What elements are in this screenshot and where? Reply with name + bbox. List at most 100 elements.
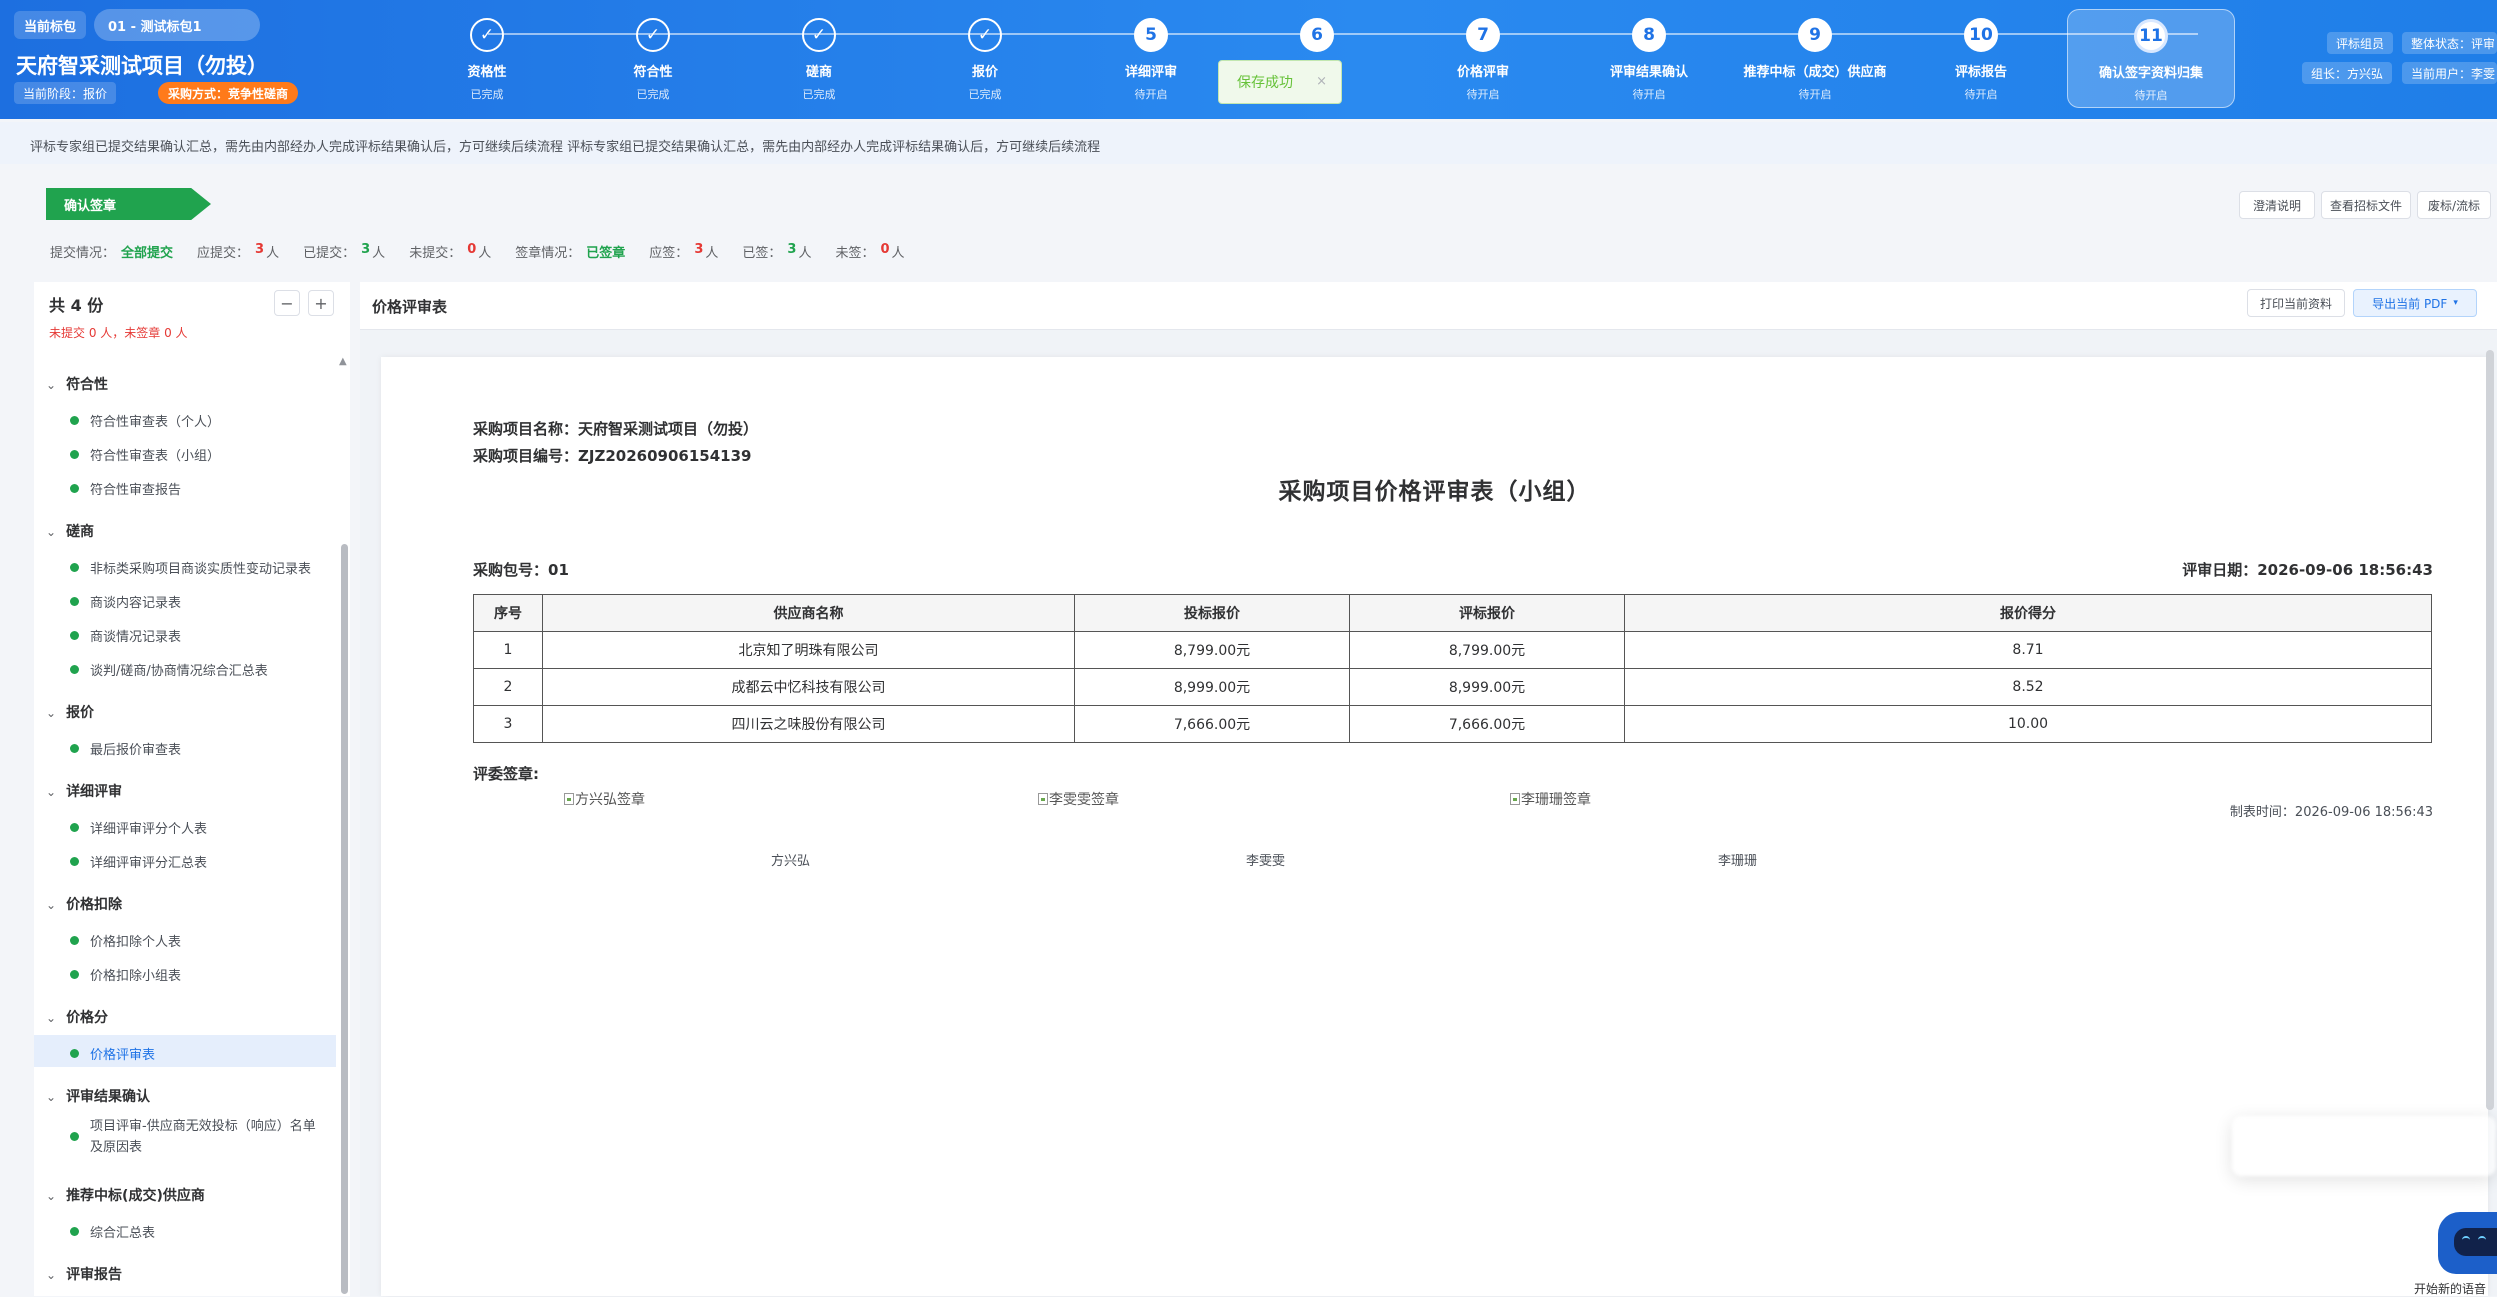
sidebar-group-label: 推荐中标(成交)供应商 bbox=[66, 1188, 205, 1204]
should-sign-count: 3 bbox=[694, 242, 704, 257]
sidebar-item[interactable]: 符合性审查表（个人） bbox=[34, 411, 336, 430]
print-button[interactable]: 打印当前资料 bbox=[2247, 289, 2345, 317]
sidebar-group[interactable]: ⌄ 评审报告 bbox=[46, 1264, 122, 1284]
package-select[interactable]: 01 - 测试标包1 bbox=[94, 9, 260, 41]
submission-stats: 提交情况： 全部提交 应提交： 3 人 已提交： 3 人 未提交： 0 人 签章… bbox=[50, 242, 911, 261]
signed-count: 3 bbox=[787, 242, 797, 257]
step-1[interactable]: ✓ 资格性 已完成 bbox=[403, 0, 571, 119]
assistant-label[interactable]: 开始新的语音 bbox=[2414, 1280, 2486, 1297]
sidebar-item[interactable]: 商谈情况记录表 bbox=[34, 626, 336, 645]
step-status: 待开启 bbox=[2134, 89, 2168, 102]
toast-text: 保存成功 bbox=[1237, 75, 1293, 91]
sidebar-item[interactable]: 详细评审评分个人表 bbox=[34, 818, 336, 837]
sidebar-group[interactable]: ⌄ 详细评审 bbox=[46, 781, 122, 801]
collapse-all-button[interactable]: − bbox=[274, 290, 300, 316]
table-row: 1 北京知了明珠有限公司 8,799.00元 8,799.00元 8.71 bbox=[473, 631, 2432, 669]
step-status: 待开启 bbox=[1134, 88, 1168, 101]
check-icon: ✓ bbox=[636, 18, 670, 52]
sidebar-item[interactable]: 商谈内容记录表 bbox=[34, 592, 336, 611]
sidebar-item[interactable]: 最后报价审查表 bbox=[34, 739, 336, 758]
toast-close-icon[interactable]: × bbox=[1316, 74, 1327, 89]
sidebar-group[interactable]: ⌄ 评审结果确认 bbox=[46, 1086, 150, 1106]
sidebar-group[interactable]: ⌄ 价格扣除 bbox=[46, 894, 122, 914]
sidebar-group-label: 磋商 bbox=[66, 524, 95, 540]
sidebar-group[interactable]: ⌄ 价格分 bbox=[46, 1007, 108, 1027]
step-number: 11 bbox=[2134, 19, 2168, 53]
sidebar-item[interactable]: 符合性审查报告 bbox=[34, 479, 336, 498]
sidebar-item[interactable]: 详细评审评分汇总表 bbox=[34, 852, 336, 871]
void-bid-button[interactable]: 废标/流标 bbox=[2417, 191, 2491, 219]
table-cell: 3 bbox=[473, 705, 543, 743]
chevron-down-icon: ⌄ bbox=[46, 1268, 57, 1282]
procurement-method-badge: 采购方式：竞争性磋商 bbox=[158, 82, 299, 104]
step-4[interactable]: ✓ 报价 已完成 bbox=[901, 0, 1069, 119]
table-cell: 7,666.00元 bbox=[1074, 705, 1350, 743]
expand-all-button[interactable]: + bbox=[308, 290, 334, 316]
doc-count: 共 4 份 bbox=[49, 296, 104, 315]
column-header: 评标报价 bbox=[1349, 594, 1625, 632]
sidebar-group-label: 评审结果确认 bbox=[66, 1089, 151, 1105]
broken-image-icon bbox=[1038, 793, 1048, 805]
step-10[interactable]: 10 评标报告 待开启 bbox=[1897, 0, 2065, 119]
sidebar-group-label: 价格扣除 bbox=[66, 897, 123, 913]
table-cell: 8,999.00元 bbox=[1349, 668, 1625, 706]
step-8[interactable]: 8 评审结果确认 待开启 bbox=[1565, 0, 1733, 119]
export-pdf-button[interactable]: 导出当前 PDF ▾ bbox=[2353, 289, 2477, 317]
table-cell: 成都云中忆科技有限公司 bbox=[542, 668, 1075, 706]
sidebar-item[interactable]: 非标类采购项目商谈实质性变动记录表 bbox=[34, 558, 336, 577]
step-status: 待开启 bbox=[1466, 88, 1500, 101]
table-cell: 8,799.00元 bbox=[1349, 631, 1625, 669]
sidebar-item[interactable]: 谈判/磋商/协商情况综合汇总表 bbox=[34, 660, 336, 679]
sidebar-group[interactable]: ⌄ 推荐中标(成交)供应商 bbox=[46, 1185, 205, 1205]
confirm-sign-tag[interactable]: 确认签章 bbox=[46, 188, 211, 220]
chevron-down-icon: ⌄ bbox=[46, 525, 57, 539]
document-sidebar: 共 4 份 未提交 0 人，未签章 0 人 − + ▲ ⌄ 符合性 符合性审查表（个… bbox=[34, 282, 350, 1296]
step-11[interactable]: 11 确认签字资料归集 待开启 bbox=[2067, 9, 2235, 108]
content-titlebar: 价格评审表 打印当前资料 导出当前 PDF ▾ bbox=[360, 282, 2497, 330]
step-2[interactable]: ✓ 符合性 已完成 bbox=[569, 0, 737, 119]
unit-text: 人 bbox=[891, 246, 905, 261]
sidebar-item[interactable]: 综合汇总表 bbox=[34, 1222, 336, 1241]
table-cell: 北京知了明珠有限公司 bbox=[542, 631, 1075, 669]
clarify-button[interactable]: 澄清说明 bbox=[2239, 191, 2315, 219]
chevron-down-icon: ⌄ bbox=[46, 706, 57, 720]
chevron-down-icon: ⌄ bbox=[46, 1090, 57, 1104]
step-3[interactable]: ✓ 磋商 已完成 bbox=[735, 0, 903, 119]
unit-text: 人 bbox=[372, 246, 386, 261]
table-body: 1 北京知了明珠有限公司 8,799.00元 8,799.00元 8.71 2 成都云中忆科… bbox=[473, 631, 2432, 743]
broken-image-icon bbox=[1510, 793, 1520, 805]
sidebar-group[interactable]: ⌄ 磋商 bbox=[46, 521, 94, 541]
chevron-down-icon: ⌄ bbox=[46, 1189, 57, 1203]
content-scrollbar[interactable] bbox=[2486, 350, 2494, 1110]
view-tender-file-button[interactable]: 查看招标文件 bbox=[2321, 191, 2411, 219]
column-header: 序号 bbox=[473, 594, 543, 632]
current-stage: 当前阶段：报价 bbox=[14, 82, 117, 104]
sidebar-group-label: 符合性 bbox=[66, 377, 109, 393]
step-7[interactable]: 7 价格评审 待开启 bbox=[1399, 0, 1567, 119]
signed-label: 已签： bbox=[742, 246, 782, 261]
assistant-robot-icon[interactable] bbox=[2438, 1212, 2497, 1274]
signature-image: 李珊珊签章 bbox=[1510, 789, 1591, 809]
submit-label: 提交情况： bbox=[50, 246, 116, 261]
step-status: 待开启 bbox=[1798, 88, 1832, 101]
column-header: 投标报价 bbox=[1074, 594, 1350, 632]
sidebar-item[interactable]: 符合性审查表（小组） bbox=[34, 445, 336, 464]
sidebar-item[interactable]: 价格扣除个人表 bbox=[34, 931, 336, 950]
sidebar-item[interactable]: 价格扣除小组表 bbox=[34, 965, 336, 984]
step-5[interactable]: 5 详细评审 待开启 bbox=[1067, 0, 1235, 119]
step-9[interactable]: 9 推荐中标（成交）供应商 待开启 bbox=[1731, 0, 1899, 119]
document-title: 采购项目价格评审表（小组） bbox=[1278, 479, 1591, 505]
role-chip: 评标组员 bbox=[2327, 32, 2394, 54]
unit-text: 人 bbox=[266, 246, 280, 261]
signature-image: 方兴弘签章 bbox=[564, 789, 645, 809]
sidebar-item[interactable]: 价格评审表 bbox=[34, 1035, 336, 1067]
table-cell: 1 bbox=[473, 631, 543, 669]
step-number: 10 bbox=[1964, 18, 1998, 52]
sidebar-group[interactable]: ⌄ 符合性 bbox=[46, 374, 108, 394]
step-status: 已完成 bbox=[968, 88, 1002, 101]
current-user-chip[interactable]: 当前用户：李雯 bbox=[2402, 62, 2497, 84]
sidebar-group[interactable]: ⌄ 报价 bbox=[46, 702, 94, 722]
scroll-up-icon[interactable]: ▲ bbox=[339, 356, 347, 367]
sidebar-scrollbar[interactable] bbox=[341, 544, 348, 1294]
sidebar-item[interactable]: 项目评审-供应商无效投标（响应）名单及原因表 bbox=[34, 1116, 336, 1158]
